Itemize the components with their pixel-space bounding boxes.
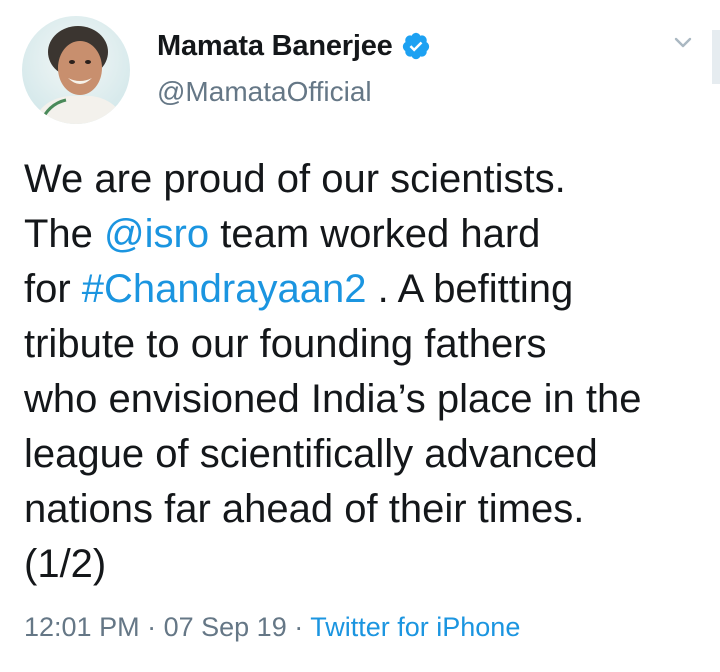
tweet-source-link[interactable]: Twitter for iPhone bbox=[310, 612, 520, 642]
tweet-line: for #Chandrayaan2 . A befitting bbox=[24, 262, 714, 317]
scrollbar-thumb[interactable] bbox=[712, 30, 720, 84]
chevron-down-icon[interactable] bbox=[668, 32, 698, 54]
tweet-text-segment: league of scientifically advanced bbox=[24, 432, 598, 476]
meta-separator: · bbox=[294, 612, 304, 642]
tweet-text-segment: for bbox=[24, 267, 82, 311]
tweet-line: (1/2) bbox=[24, 537, 714, 592]
author-handle[interactable]: @MamataOfficial bbox=[157, 76, 372, 108]
author-avatar[interactable] bbox=[22, 16, 130, 124]
tweet-text-segment: We are proud of our scientists. bbox=[24, 157, 566, 201]
tweet-text-segment: team worked hard bbox=[209, 212, 541, 256]
tweet-line: tribute to our founding fathers bbox=[24, 317, 714, 372]
tweet-text-segment: tribute to our founding fathers bbox=[24, 322, 547, 366]
avatar-image bbox=[22, 16, 130, 124]
mention-link-isro[interactable]: @isro bbox=[104, 212, 209, 256]
tweet-text-segment: (1/2) bbox=[24, 542, 107, 586]
author-display-name[interactable]: Mamata Banerjee bbox=[157, 30, 393, 63]
tweet-line: league of scientifically advanced bbox=[24, 427, 714, 482]
tweet-line: The @isro team worked hard bbox=[24, 207, 714, 262]
tweet-text: We are proud of our scientists. The @isr… bbox=[24, 152, 714, 592]
tweet-time[interactable]: 12:01 PM bbox=[24, 612, 140, 642]
tweet-text-segment: The bbox=[24, 212, 105, 256]
tweet-line: We are proud of our scientists. bbox=[24, 152, 714, 207]
tweet-line: who envisioned India’s place in the bbox=[24, 372, 714, 427]
tweet-meta: 12:01 PM · 07 Sep 19 · Twitter for iPhon… bbox=[24, 612, 520, 643]
tweet-text-segment: . A befitting bbox=[366, 267, 574, 311]
tweet-line: nations far ahead of their times. bbox=[24, 482, 714, 537]
tweet-text-segment: who envisioned India’s place in the bbox=[24, 377, 642, 421]
author-name-row: Mamata Banerjee bbox=[157, 26, 431, 66]
verified-badge-icon bbox=[401, 31, 431, 61]
meta-separator: · bbox=[147, 612, 157, 642]
tweet-date[interactable]: 07 Sep 19 bbox=[164, 612, 287, 642]
hashtag-link-chandrayaan2[interactable]: #Chandrayaan2 bbox=[82, 267, 367, 311]
tweet-text-segment: nations far ahead of their times. bbox=[24, 487, 585, 531]
tweet-card: Mamata Banerjee @MamataOfficial We are p… bbox=[0, 0, 720, 672]
